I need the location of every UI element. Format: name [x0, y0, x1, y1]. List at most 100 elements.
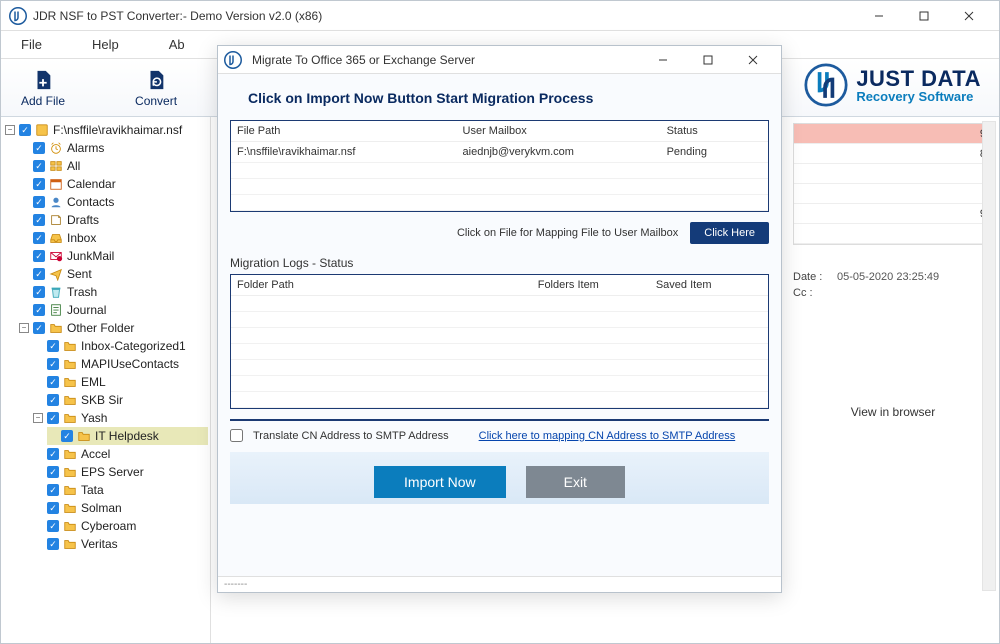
- expander-icon: [19, 305, 29, 315]
- preview-row[interactable]: 9: [794, 124, 992, 144]
- tree-item[interactable]: −✓ Other Folder: [19, 319, 208, 337]
- checkbox-icon[interactable]: ✓: [47, 502, 59, 514]
- tree-item[interactable]: ✓ Inbox-Categorized1: [33, 337, 208, 355]
- expander-icon: [33, 341, 43, 351]
- tree-item[interactable]: ✓Cyberoam: [33, 517, 208, 535]
- tree-item[interactable]: ✓JunkMail: [19, 247, 208, 265]
- checkbox-icon[interactable]: ✓: [47, 394, 59, 406]
- menu-file[interactable]: File: [21, 37, 42, 52]
- checkbox-icon[interactable]: ✓: [61, 430, 73, 442]
- tree-root-label: F:\nsffile\ravikhaimar.nsf: [53, 121, 182, 139]
- maximize-button[interactable]: [901, 1, 946, 31]
- checkbox-icon[interactable]: ✓: [47, 484, 59, 496]
- checkbox-icon[interactable]: ✓: [33, 160, 45, 172]
- checkbox-icon[interactable]: ✓: [33, 286, 45, 298]
- tree-item[interactable]: ✓Inbox: [19, 229, 208, 247]
- tree-item[interactable]: ✓Tata: [33, 481, 208, 499]
- tree-item[interactable]: ✓MAPIUseContacts: [33, 355, 208, 373]
- contacts-icon: [49, 195, 63, 209]
- checkbox-icon[interactable]: ✓: [47, 520, 59, 532]
- tree-item[interactable]: ✓Accel: [33, 445, 208, 463]
- checkbox-icon[interactable]: ✓: [47, 538, 59, 550]
- col-folders-item: Folders Item: [532, 275, 650, 296]
- checkbox-icon[interactable]: ✓: [33, 178, 45, 190]
- checkbox-icon[interactable]: ✓: [47, 376, 59, 388]
- view-in-browser-link[interactable]: View in browser: [793, 405, 993, 419]
- checkbox-icon[interactable]: ✓: [33, 232, 45, 244]
- import-now-button[interactable]: Import Now: [374, 466, 506, 498]
- tree-item[interactable]: ✓Calendar: [19, 175, 208, 193]
- migration-logs-table[interactable]: Folder Path Folders Item Saved Item: [230, 274, 769, 409]
- tree-item[interactable]: ✓Solman: [33, 499, 208, 517]
- dialog-title: Migrate To Office 365 or Exchange Server: [252, 53, 640, 67]
- folder-icon: [63, 537, 77, 551]
- preview-row[interactable]: [794, 224, 992, 244]
- exit-button[interactable]: Exit: [526, 466, 625, 498]
- tree-item[interactable]: ✓Sent: [19, 265, 208, 283]
- checkbox-icon[interactable]: ✓: [47, 412, 59, 424]
- tree-item[interactable]: ✓EPS Server: [33, 463, 208, 481]
- tree-item-label: Veritas: [81, 535, 118, 553]
- dialog-maximize-button[interactable]: [685, 45, 730, 75]
- checkbox-icon[interactable]: ✓: [33, 322, 45, 334]
- expander-icon: [19, 197, 29, 207]
- preview-row[interactable]: [794, 164, 992, 184]
- file-mapping-table[interactable]: File Path User Mailbox Status F:\nsffile…: [230, 120, 769, 212]
- click-here-button[interactable]: Click Here: [690, 222, 769, 244]
- checkbox-icon[interactable]: ✓: [33, 250, 45, 262]
- junk-icon: [49, 249, 63, 263]
- translate-cn-link[interactable]: Click here to mapping CN Address to SMTP…: [479, 430, 736, 442]
- add-file-button[interactable]: Add File: [21, 68, 65, 108]
- tree-item-label: Inbox-Categorized1: [81, 337, 186, 355]
- menu-about-truncated[interactable]: Ab: [169, 37, 185, 52]
- tree-item[interactable]: ✓Journal: [19, 301, 208, 319]
- tree-item-label: All: [67, 157, 80, 175]
- checkbox-icon[interactable]: ✓: [19, 124, 31, 136]
- convert-button[interactable]: Convert: [135, 68, 177, 108]
- expander-icon[interactable]: −: [33, 413, 43, 423]
- tree-item[interactable]: ✓Contacts: [19, 193, 208, 211]
- dialog-close-button[interactable]: [730, 45, 775, 75]
- preview-row[interactable]: [794, 184, 992, 204]
- folder-tree[interactable]: − ✓ F:\nsffile\ravikhaimar.nsf ✓Alarms✓A…: [1, 117, 211, 643]
- alarm-icon: [49, 141, 63, 155]
- checkbox-icon[interactable]: ✓: [47, 448, 59, 460]
- brand-title: JUST DATA: [856, 68, 981, 90]
- checkbox-icon[interactable]: ✓: [33, 268, 45, 280]
- preview-row[interactable]: 8: [794, 144, 992, 164]
- minimize-button[interactable]: [856, 1, 901, 31]
- close-button[interactable]: [946, 1, 991, 31]
- tree-item[interactable]: ✓Alarms: [19, 139, 208, 157]
- checkbox-icon[interactable]: ✓: [33, 142, 45, 154]
- translate-cn-checkbox[interactable]: [230, 429, 243, 442]
- expander-icon: [33, 485, 43, 495]
- tree-item[interactable]: −✓Yash: [33, 409, 208, 427]
- tree-item[interactable]: ✓SKB Sir: [33, 391, 208, 409]
- checkbox-icon[interactable]: ✓: [33, 304, 45, 316]
- preview-list[interactable]: 9 8 9: [793, 123, 993, 245]
- checkbox-icon[interactable]: ✓: [33, 196, 45, 208]
- tree-item[interactable]: ✓Trash: [19, 283, 208, 301]
- translate-cn-label[interactable]: Translate CN Address to SMTP Address: [253, 430, 449, 442]
- tree-item[interactable]: ✓ All: [19, 157, 208, 175]
- preview-row[interactable]: 9: [794, 204, 992, 224]
- folder-icon: [77, 429, 91, 443]
- checkbox-icon[interactable]: ✓: [33, 214, 45, 226]
- tree-item-label: Other Folder: [67, 319, 134, 337]
- table-row[interactable]: F:\nsffile\ravikhaimar.nsf aiednjb@veryk…: [231, 142, 768, 163]
- checkbox-icon[interactable]: ✓: [47, 358, 59, 370]
- tree-root[interactable]: − ✓ F:\nsffile\ravikhaimar.nsf: [5, 121, 208, 139]
- expander-icon: [33, 539, 43, 549]
- checkbox-icon[interactable]: ✓: [47, 340, 59, 352]
- tree-item[interactable]: ✓EML: [33, 373, 208, 391]
- tree-item[interactable]: ✓IT Helpdesk: [47, 427, 208, 445]
- tree-item[interactable]: ✓ Veritas: [33, 535, 208, 553]
- folder-icon: [63, 483, 77, 497]
- dialog-minimize-button[interactable]: [640, 45, 685, 75]
- checkbox-icon[interactable]: ✓: [47, 466, 59, 478]
- expander-icon[interactable]: −: [5, 125, 15, 135]
- expander-icon[interactable]: −: [19, 323, 29, 333]
- menu-help[interactable]: Help: [92, 37, 119, 52]
- scrollbar-vertical[interactable]: [982, 121, 996, 591]
- tree-item[interactable]: ✓Drafts: [19, 211, 208, 229]
